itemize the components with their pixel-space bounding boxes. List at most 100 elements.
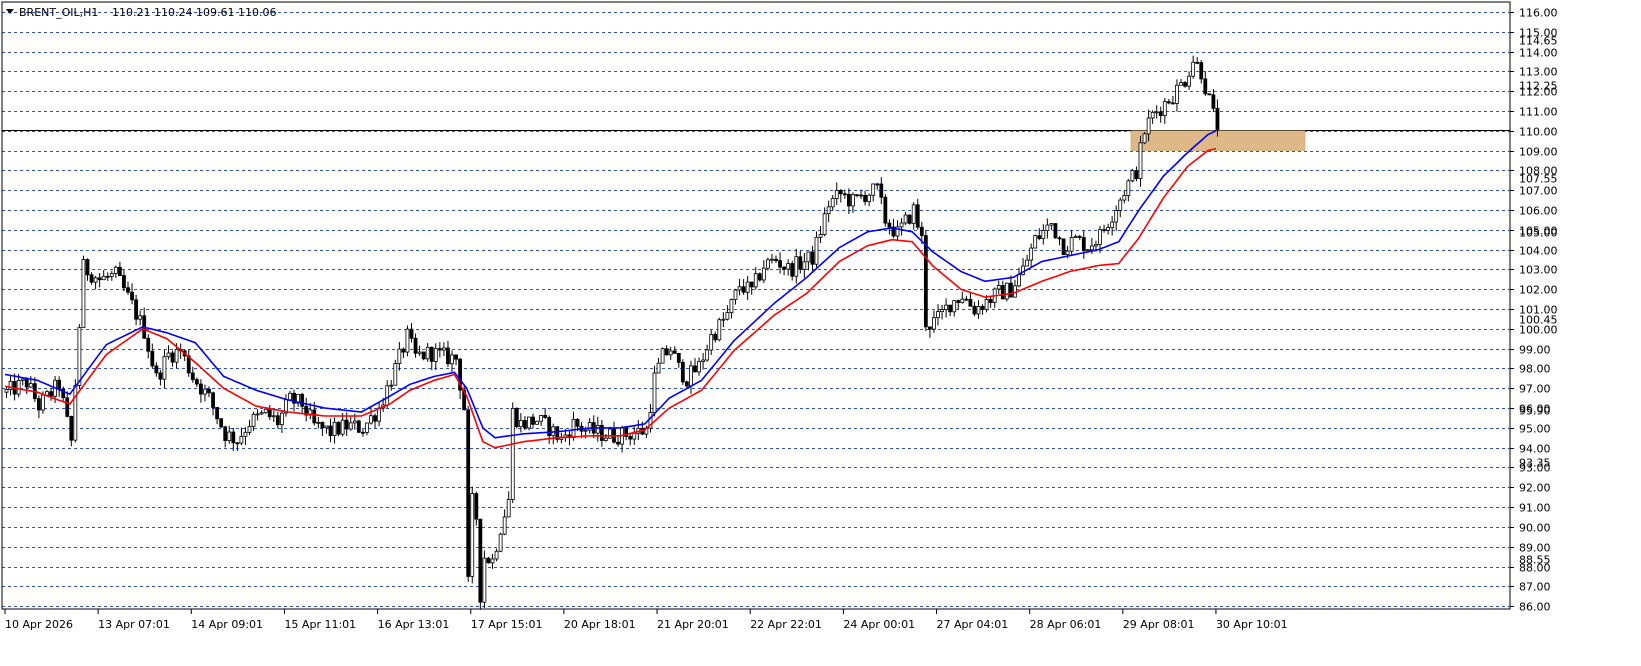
candle-body [875,183,880,186]
x-tick-label: 17 Apr 15:01 [471,618,543,631]
candle-body [1049,223,1054,226]
candle-body [1122,195,1127,201]
candle-body [794,256,799,277]
candle-body [1179,82,1183,86]
candle-body [851,194,855,207]
candle-body [1025,259,1029,267]
candle-body [510,407,515,500]
y-tick-label: 86.00 [1519,601,1551,614]
candle-body [1138,142,1143,179]
candle-body [988,299,993,303]
candle-body [996,285,1001,290]
ma-slow-line [4,147,1217,449]
candle-body [903,214,908,224]
candle-body [1009,282,1013,298]
y-extra-label: 95.90 [1519,405,1551,418]
candle-body [373,415,377,422]
candle-body [498,533,503,552]
candle-body [194,379,199,385]
y-tick-label: 94.00 [1519,443,1551,456]
candle-body [1183,82,1187,87]
y-tick-label: 102.00 [1519,284,1558,297]
candle-body [753,273,758,288]
candle-body [652,372,657,413]
candle-body [215,407,220,420]
x-tick-label: 15 Apr 11:01 [284,618,356,631]
candle-body [1146,117,1151,135]
candle-body [984,299,989,310]
candle-body [972,305,977,315]
candle-body [263,408,268,414]
candle-body [1081,237,1086,252]
price-chart[interactable]: 116.00115.00114.00113.00112.00111.00110.… [0,0,1641,666]
candle-body [1004,282,1009,300]
candle-body [437,348,442,351]
candle-body [936,311,940,319]
x-tick-label: 20 Apr 18:01 [564,618,636,631]
candle-body [1110,221,1115,228]
candle-body [247,425,252,433]
candle-body [207,388,211,394]
x-tick-label: 27 Apr 04:01 [937,618,1009,631]
candle-body [1191,61,1196,77]
candle-body [883,196,888,224]
candle-body [660,348,665,364]
candle-body [527,416,531,429]
support-zone-box [1130,130,1306,151]
y-tick-label: 116.00 [1519,7,1558,20]
candle-body [879,183,884,198]
candle-body [1126,180,1131,196]
candle-body [523,419,527,429]
candle-body [964,298,969,301]
candle-body [1106,227,1110,231]
candle-body [122,275,126,289]
y-tick-label: 110.00 [1519,126,1558,139]
candle-body [887,222,892,228]
y-tick-label: 97.00 [1519,383,1551,396]
candle-body [421,351,426,360]
y-extra-label: 105.00 [1519,227,1558,240]
candle-body [219,418,224,428]
candle-body [251,413,256,427]
candle-body [685,381,689,387]
y-tick-label: 98.00 [1519,363,1551,376]
candle-body [733,289,738,300]
candle-body [470,493,475,577]
candle-body [109,273,114,277]
candle-body [166,352,171,358]
candle-body [255,413,260,416]
candle-body [231,431,236,444]
candle-body [506,499,511,518]
candle-body [1017,274,1021,287]
candle-body [89,274,94,283]
candle-body [956,300,961,304]
candle-body [1166,101,1171,104]
candle-body [365,422,369,433]
candle-body [198,383,203,395]
candle-body [138,315,143,320]
chart-header: BRENT_OIL,H1 110.21 110.24 109.61 110.06 [6,6,276,19]
candle-body [150,350,155,367]
candle-body [1142,133,1147,144]
y-extra-label: 88.55 [1519,554,1551,567]
y-tick-label: 90.00 [1519,522,1551,535]
candle-body [227,431,232,441]
x-tick-label: 13 Apr 07:01 [98,618,170,631]
candle-body [113,266,118,274]
candle-body [474,493,479,520]
candle-body [360,431,365,434]
candle-body [838,190,843,195]
candle-body [490,558,495,564]
x-tick-label: 30 Apr 10:01 [1216,618,1288,631]
candle-body [300,393,305,407]
symbol-label: BRENT_OIL,H1 [19,6,98,19]
grid-lines [2,12,1510,607]
candle-body [134,299,139,320]
candle-body [595,424,600,434]
dropdown-triangle-icon[interactable] [6,9,14,14]
candle-body [919,226,924,236]
candle-body [49,391,53,397]
x-tick-label: 22 Apr 22:01 [750,618,822,631]
candle-body [656,362,661,374]
candle-body [859,194,863,197]
